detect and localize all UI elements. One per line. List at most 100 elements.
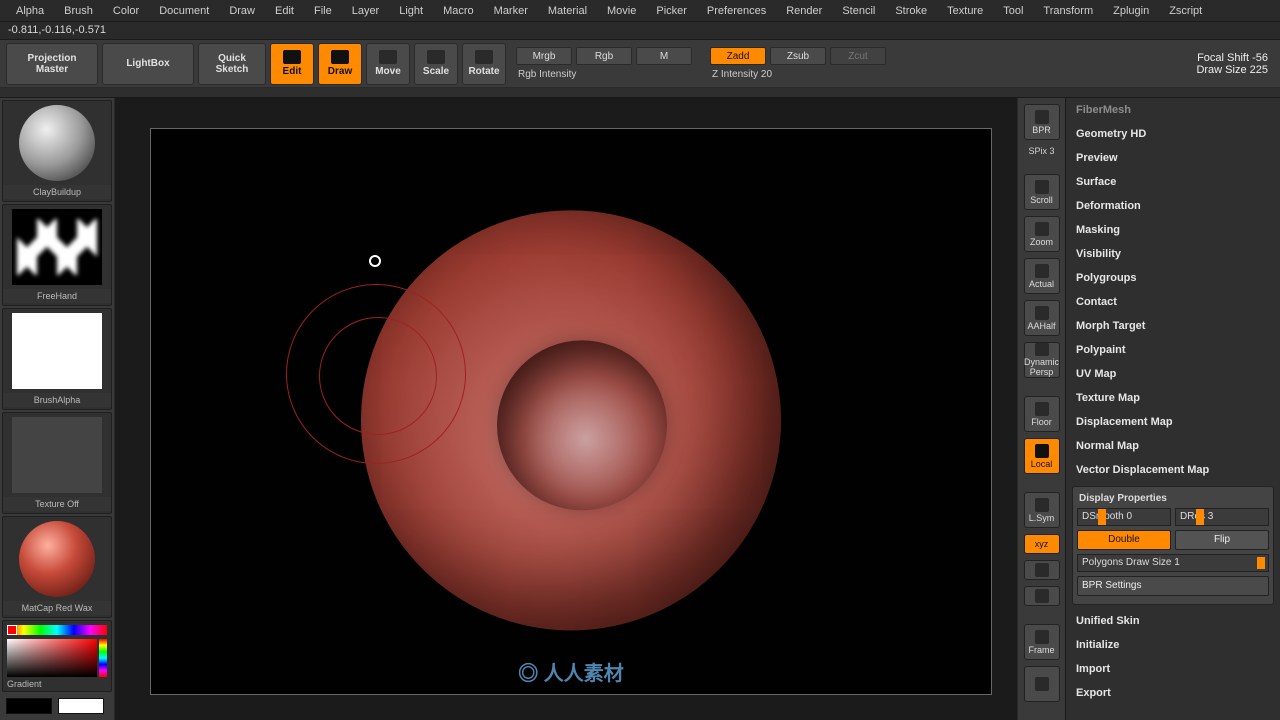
section-geometry-hd[interactable]: Geometry HD	[1066, 122, 1280, 146]
viewport[interactable]: ◎ 人人素材	[115, 98, 1017, 720]
hue-vertical-strip[interactable]	[99, 639, 107, 677]
menu-file[interactable]: File	[304, 5, 342, 17]
menu-tool[interactable]: Tool	[993, 5, 1033, 17]
brush-thumb[interactable]: ClayBuildup	[2, 100, 112, 202]
draw-size-label[interactable]: Draw Size 225	[1196, 64, 1268, 76]
section-fibermesh[interactable]: FiberMesh	[1066, 98, 1280, 122]
section-polypaint[interactable]: Polypaint	[1066, 338, 1280, 362]
menu-material[interactable]: Material	[538, 5, 597, 17]
lsym-button[interactable]: L.Sym	[1024, 492, 1060, 528]
menu-marker[interactable]: Marker	[484, 5, 538, 17]
persp-icon	[1035, 343, 1049, 356]
floor-button[interactable]: Floor	[1024, 396, 1060, 432]
projection-master-button[interactable]: Projection Master	[6, 43, 98, 85]
section-unified-skin[interactable]: Unified Skin	[1066, 609, 1280, 633]
menu-preferences[interactable]: Preferences	[697, 5, 776, 17]
edit-button[interactable]: Edit	[270, 43, 314, 85]
local-button[interactable]: Local	[1024, 438, 1060, 474]
focal-shift-label[interactable]: Focal Shift -56	[1196, 52, 1268, 64]
section-masking[interactable]: Masking	[1066, 218, 1280, 242]
menu-stroke[interactable]: Stroke	[885, 5, 937, 17]
mode-m[interactable]: M	[636, 47, 692, 65]
menu-brush[interactable]: Brush	[54, 5, 103, 17]
zoom-button[interactable]: Zoom	[1024, 216, 1060, 252]
menu-texture[interactable]: Texture	[937, 5, 993, 17]
section-polygroups[interactable]: Polygroups	[1066, 266, 1280, 290]
draw-button[interactable]: Draw	[318, 43, 362, 85]
section-export[interactable]: Export	[1066, 681, 1280, 705]
menu-color[interactable]: Color	[103, 5, 149, 17]
rgb-intensity-label: Rgb Intensity	[516, 69, 692, 80]
mode-rgb[interactable]: Rgb	[576, 47, 632, 65]
section-uv-map[interactable]: UV Map	[1066, 362, 1280, 386]
dsmooth-slider[interactable]: DSmooth 0	[1077, 508, 1171, 526]
move-button[interactable]: Move	[366, 43, 410, 85]
fold-button[interactable]	[1024, 586, 1060, 606]
display-properties-title[interactable]: Display Properties	[1077, 491, 1269, 508]
aahalf-button[interactable]: AAHalf	[1024, 300, 1060, 336]
menu-edit[interactable]: Edit	[265, 5, 304, 17]
section-surface[interactable]: Surface	[1066, 170, 1280, 194]
quick-sketch-button[interactable]: Quick Sketch	[198, 43, 266, 85]
section-import[interactable]: Import	[1066, 657, 1280, 681]
texture-thumb[interactable]: Texture Off	[2, 412, 112, 514]
double-button[interactable]: Double	[1077, 530, 1171, 550]
menu-light[interactable]: Light	[389, 5, 433, 17]
section-preview[interactable]: Preview	[1066, 146, 1280, 170]
flip-button[interactable]: Flip	[1175, 530, 1269, 550]
menu-zplugin[interactable]: Zplugin	[1103, 5, 1159, 17]
canvas[interactable]: ◎ 人人素材	[150, 128, 992, 695]
menu-stencil[interactable]: Stencil	[832, 5, 885, 17]
poly-draw-size-slider[interactable]: Polygons Draw Size 1	[1077, 554, 1269, 572]
section-contact[interactable]: Contact	[1066, 290, 1280, 314]
bpr-button[interactable]: BPR	[1024, 104, 1060, 140]
menu-render[interactable]: Render	[776, 5, 832, 17]
mode-zsub[interactable]: Zsub	[770, 47, 826, 65]
lightbox-button[interactable]: LightBox	[102, 43, 194, 85]
menu-transform[interactable]: Transform	[1033, 5, 1103, 17]
menu-draw[interactable]: Draw	[219, 5, 265, 17]
section-vector-displacement-map[interactable]: Vector Displacement Map	[1066, 458, 1280, 482]
section-visibility[interactable]: Visibility	[1066, 242, 1280, 266]
section-texture-map[interactable]: Texture Map	[1066, 386, 1280, 410]
section-normal-map[interactable]: Normal Map	[1066, 434, 1280, 458]
stroke-thumb[interactable]: FreeHand	[2, 204, 112, 306]
move-view-icon	[1035, 677, 1049, 691]
section-displacement-map[interactable]: Displacement Map	[1066, 410, 1280, 434]
menu-macro[interactable]: Macro	[433, 5, 484, 17]
rot-button[interactable]	[1024, 560, 1060, 580]
section-morph-target[interactable]: Morph Target	[1066, 314, 1280, 338]
top-menubar: Alpha Brush Color Document Draw Edit Fil…	[0, 0, 1280, 22]
menu-movie[interactable]: Movie	[597, 5, 646, 17]
dres-slider[interactable]: DRes 3	[1175, 508, 1269, 526]
section-deformation[interactable]: Deformation	[1066, 194, 1280, 218]
mode-mrgb[interactable]: Mrgb	[516, 47, 572, 65]
hue-strip-icon[interactable]	[7, 625, 107, 635]
menu-document[interactable]: Document	[149, 5, 219, 17]
color-picker[interactable]: Gradient	[2, 620, 112, 692]
color-swatch[interactable]	[7, 625, 17, 635]
menu-alpha[interactable]: Alpha	[6, 5, 54, 17]
mode-zcut[interactable]: Zcut	[830, 47, 886, 65]
material-thumb[interactable]: MatCap Red Wax	[2, 516, 112, 618]
menu-picker[interactable]: Picker	[646, 5, 697, 17]
xyz-button[interactable]: xyz	[1024, 534, 1060, 554]
saturation-value-area[interactable]	[7, 639, 97, 677]
scroll-button[interactable]: Scroll	[1024, 174, 1060, 210]
rotate-button[interactable]: Rotate	[462, 43, 506, 85]
white-swatch[interactable]	[58, 698, 104, 714]
persp-button[interactable]: DynamicPersp	[1024, 342, 1060, 378]
section-initialize[interactable]: Initialize	[1066, 633, 1280, 657]
alpha-thumb[interactable]: BrushAlpha	[2, 308, 112, 410]
frame-button[interactable]: Frame	[1024, 624, 1060, 660]
mode-zadd[interactable]: Zadd	[710, 47, 766, 65]
actual-button[interactable]: Actual	[1024, 258, 1060, 294]
bpr-settings-button[interactable]: BPR Settings	[1077, 576, 1269, 596]
move-view-button[interactable]	[1024, 666, 1060, 702]
menu-layer[interactable]: Layer	[342, 5, 390, 17]
zoom-icon	[1035, 222, 1049, 236]
slider-strip[interactable]	[0, 88, 1280, 98]
black-swatch[interactable]	[6, 698, 52, 714]
menu-zscript[interactable]: Zscript	[1159, 5, 1212, 17]
scale-button[interactable]: Scale	[414, 43, 458, 85]
